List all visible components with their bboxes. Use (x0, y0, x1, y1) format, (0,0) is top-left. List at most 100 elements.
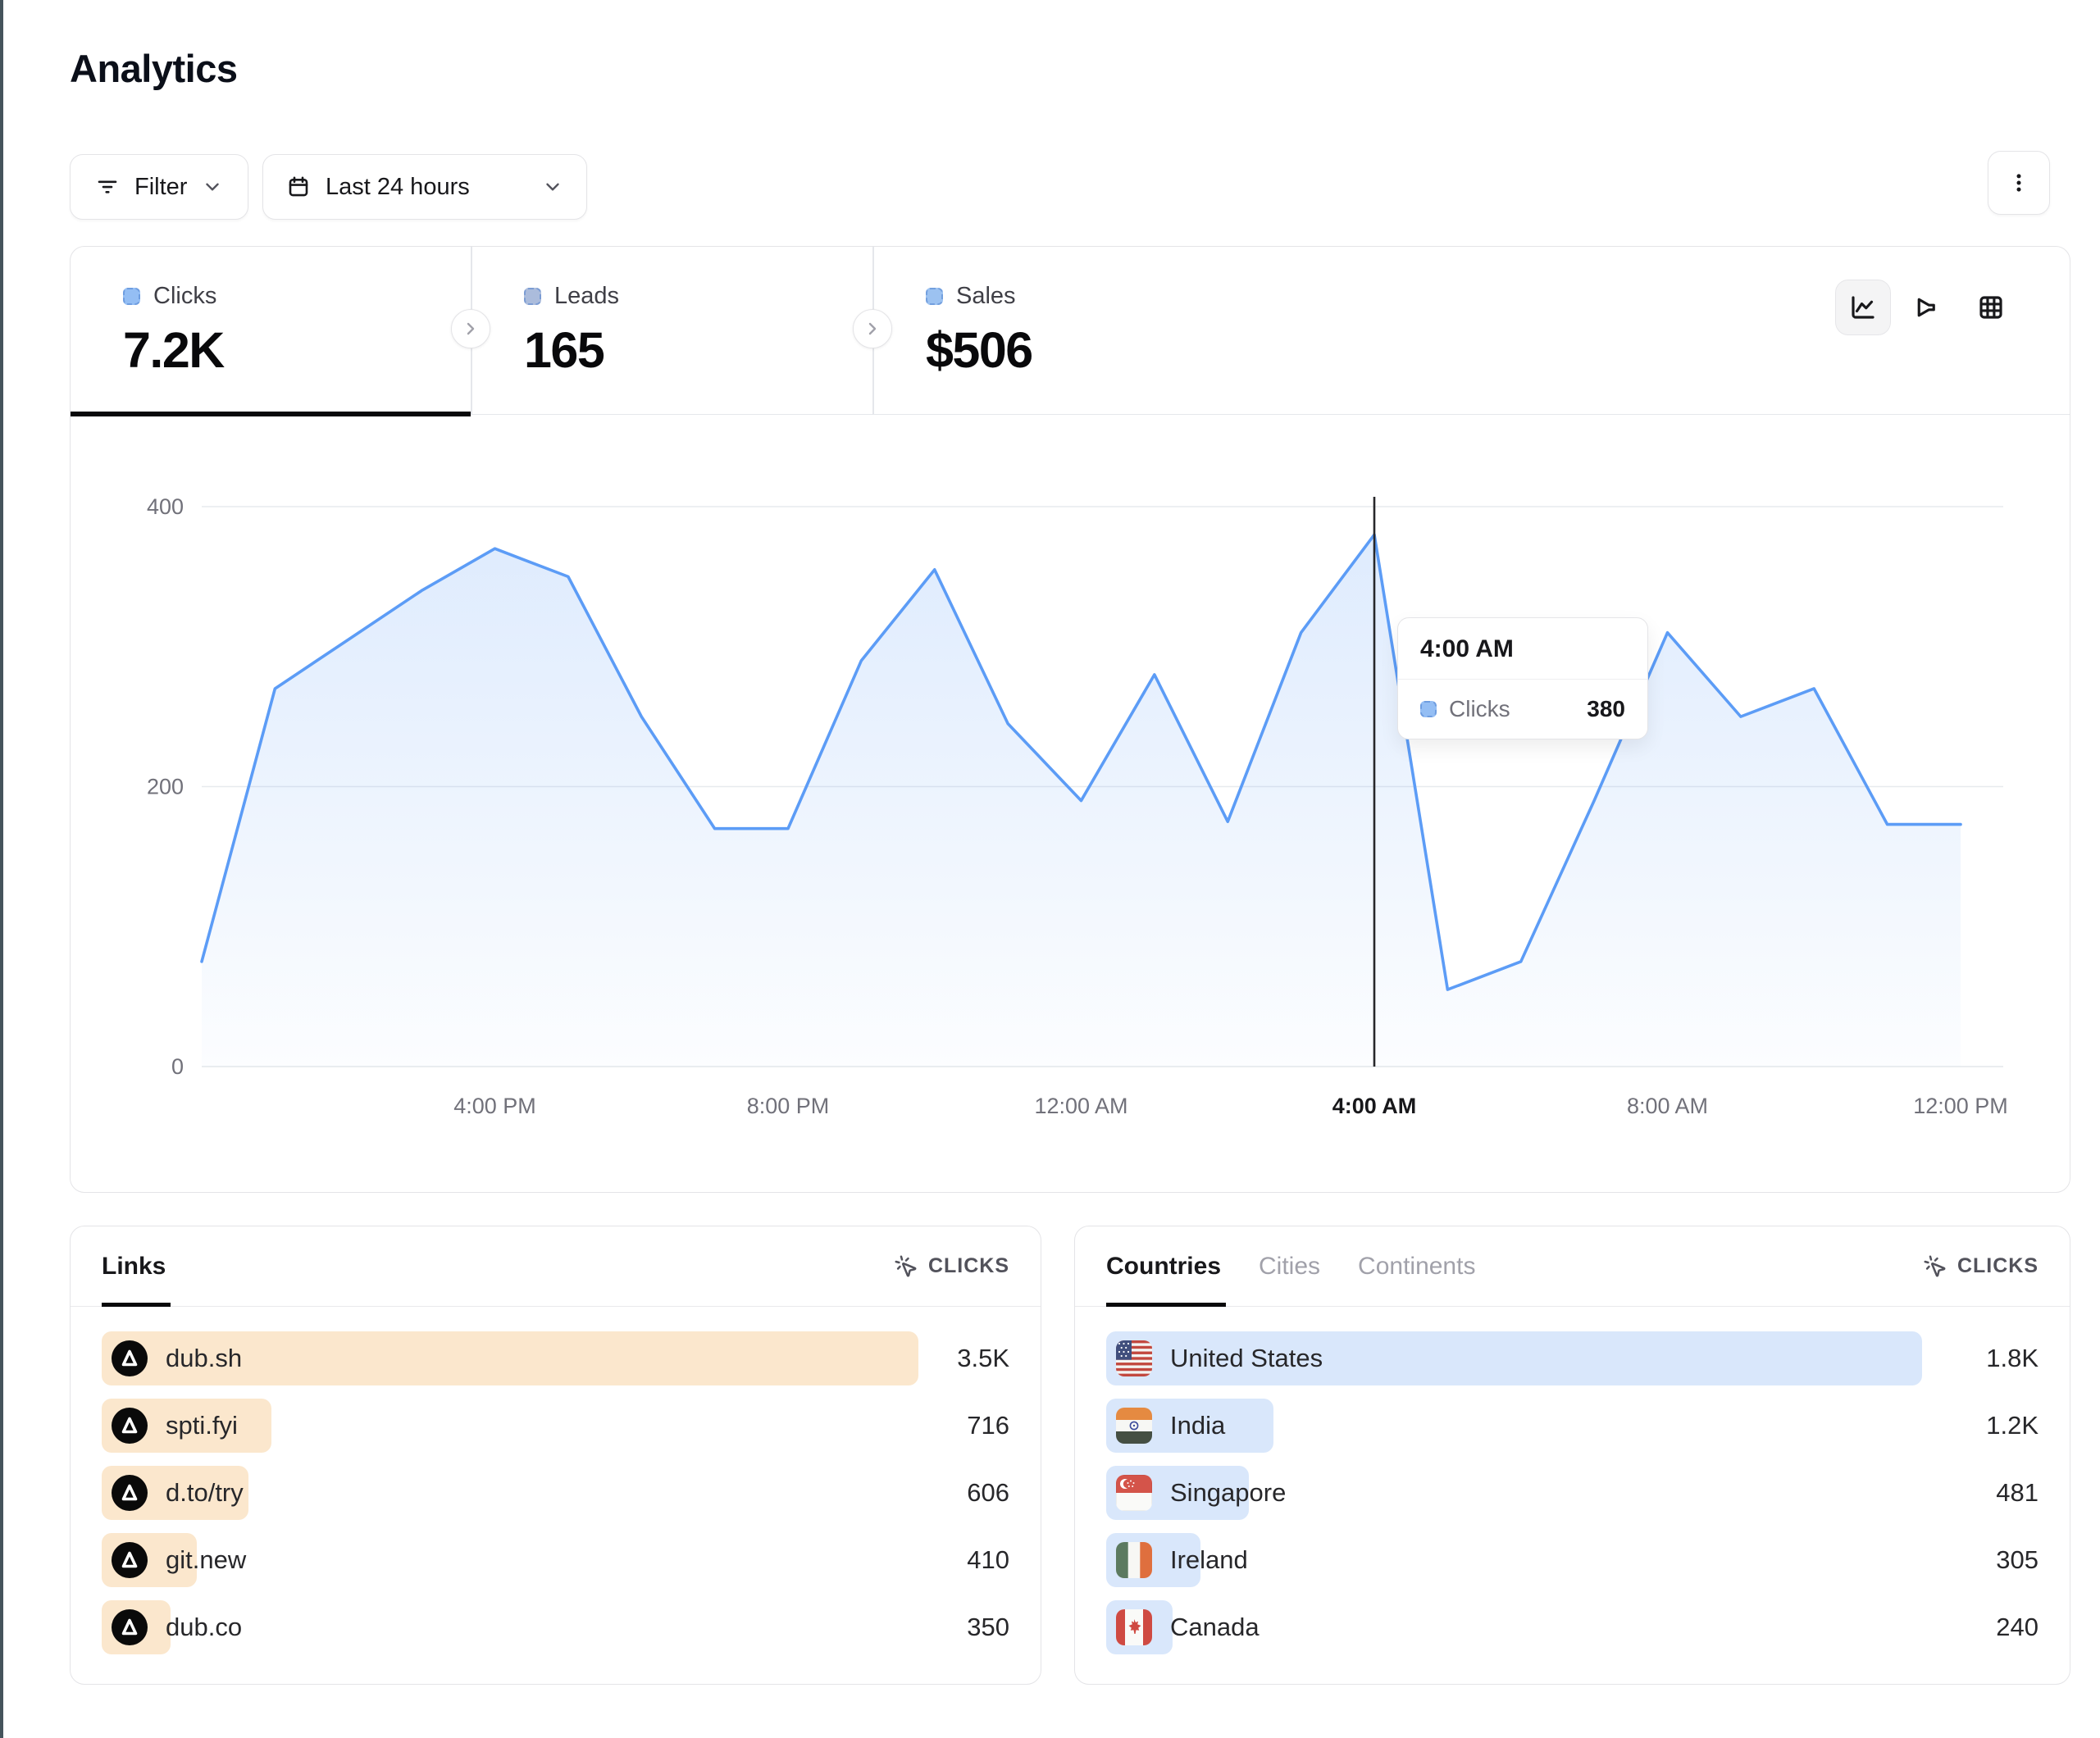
stat-cards-row: Clicks 7.2K Leads 165 Sales $506 (71, 247, 2070, 415)
link-name: d.to/try (166, 1478, 244, 1508)
country-name: Singapore (1170, 1478, 1286, 1508)
tab-countries[interactable]: Countries (1106, 1226, 1221, 1306)
country-clicks-value: 481 (1996, 1478, 2039, 1508)
stat-label: Clicks (153, 283, 216, 310)
tooltip-legend-swatch (1420, 701, 1437, 717)
links-panel-header: Links CLICKS (71, 1226, 1041, 1307)
link-clicks-value: 3.5K (957, 1344, 1009, 1373)
tab-links[interactable]: Links (102, 1226, 166, 1306)
dub-logo-icon (112, 1340, 148, 1376)
us-flag-icon (1116, 1340, 1152, 1376)
overflow-menu-button[interactable] (1988, 151, 2050, 215)
metric-label: CLICKS (928, 1254, 1009, 1278)
clicks-area-chart[interactable]: 40020004:00 PM8:00 PM12:00 AM4:00 AM8:00… (71, 415, 2069, 1192)
stat-label: Sales (956, 283, 1016, 310)
canada-flag-icon (1116, 1609, 1152, 1645)
countries-panel: Countries Cities Continents CLICKS (1074, 1226, 2070, 1685)
kebab-menu-icon (2007, 171, 2031, 195)
country-name: Canada (1170, 1613, 1260, 1642)
link-row[interactable]: dub.co 350 (102, 1600, 1009, 1654)
chart-tooltip: 4:00 AM Clicks 380 (1397, 617, 1648, 739)
x-axis-tick: 4:00 AM (1332, 1094, 1417, 1118)
stat-card-leads[interactable]: Leads 165 (471, 247, 872, 415)
country-clicks-value: 1.2K (1986, 1411, 2039, 1440)
funnel-chart-mode-button[interactable] (1899, 280, 1955, 335)
date-range-button[interactable]: Last 24 hours (262, 154, 587, 220)
tab-label: Cities (1259, 1253, 1320, 1281)
tooltip-series-label: Clicks (1449, 696, 1574, 722)
chevron-down-icon (202, 176, 223, 198)
country-row[interactable]: Singapore 481 (1106, 1466, 2039, 1520)
tab-label: Countries (1106, 1253, 1221, 1281)
tab-continents[interactable]: Continents (1358, 1226, 1475, 1306)
country-clicks-value: 1.8K (1986, 1344, 2039, 1373)
links-rows: dub.sh 3.5K spti.fyi 716 d.to/try 606 gi… (71, 1307, 1041, 1654)
clicks-legend-swatch (123, 288, 140, 305)
analytics-page: Analytics Filter Last 24 hours (0, 0, 2100, 1738)
dub-logo-icon (112, 1408, 148, 1444)
country-clicks-value: 305 (1996, 1545, 2039, 1575)
country-clicks-value: 240 (1996, 1613, 2039, 1642)
x-axis-tick: 4:00 PM (453, 1094, 536, 1118)
date-range-label: Last 24 hours (326, 174, 470, 201)
mouse-click-icon (1923, 1254, 1947, 1279)
line-chart-icon (1848, 293, 1878, 322)
link-name: git.new (166, 1545, 246, 1575)
link-row[interactable]: dub.sh 3.5K (102, 1331, 1009, 1385)
country-name: Ireland (1170, 1545, 1248, 1575)
tab-label: Continents (1358, 1253, 1475, 1281)
chevron-down-icon (542, 176, 563, 198)
x-axis-tick: 12:00 AM (1034, 1094, 1127, 1118)
stat-card-clicks[interactable]: Clicks 7.2K (71, 247, 471, 415)
window-edge-strip (0, 0, 3, 1738)
countries-rows: United States 1.8K India 1.2K Singapore … (1075, 1307, 2070, 1654)
country-name: United States (1170, 1344, 1323, 1373)
stat-value: 165 (524, 321, 872, 379)
countries-metric-header[interactable]: CLICKS (1923, 1254, 2039, 1279)
country-row[interactable]: India 1.2K (1106, 1399, 2039, 1453)
tab-label: Links (102, 1253, 166, 1281)
sales-legend-swatch (926, 288, 943, 305)
links-panel: Links CLICKS dub.sh 3.5K (70, 1226, 1041, 1685)
link-name: dub.co (166, 1613, 242, 1642)
stat-card-sales[interactable]: Sales $506 (873, 247, 1274, 415)
line-chart-mode-button[interactable] (1835, 280, 1891, 335)
y-axis-tick: 400 (147, 494, 184, 519)
analytics-card: Clicks 7.2K Leads 165 Sales $506 (70, 246, 2070, 1193)
dub-logo-icon (112, 1542, 148, 1578)
chart-canvas[interactable]: 40020004:00 PM8:00 PM12:00 AM4:00 AM8:00… (71, 415, 2069, 1192)
mouse-click-icon (894, 1254, 918, 1279)
y-axis-tick: 0 (171, 1054, 184, 1079)
tooltip-value: 380 (1587, 696, 1625, 722)
link-clicks-value: 410 (967, 1545, 1009, 1575)
singapore-flag-icon (1116, 1475, 1152, 1511)
country-name: India (1170, 1411, 1225, 1440)
link-clicks-value: 606 (967, 1478, 1009, 1508)
page-title: Analytics (70, 46, 237, 91)
link-clicks-value: 350 (967, 1613, 1009, 1642)
country-row[interactable]: Ireland 305 (1106, 1533, 2039, 1587)
tooltip-time: 4:00 AM (1398, 618, 1647, 680)
filter-button[interactable]: Filter (70, 154, 248, 220)
tab-cities[interactable]: Cities (1259, 1226, 1320, 1306)
stat-value: 7.2K (123, 321, 471, 379)
link-row[interactable]: d.to/try 606 (102, 1466, 1009, 1520)
dub-logo-icon (112, 1609, 148, 1645)
link-row[interactable]: git.new 410 (102, 1533, 1009, 1587)
links-metric-header[interactable]: CLICKS (894, 1254, 1009, 1279)
stat-value: $506 (926, 321, 1274, 379)
country-row[interactable]: United States 1.8K (1106, 1331, 2039, 1385)
link-row[interactable]: spti.fyi 716 (102, 1399, 1009, 1453)
filter-icon (95, 175, 120, 199)
x-axis-tick: 8:00 PM (747, 1094, 830, 1118)
expand-leads-button[interactable] (451, 309, 490, 348)
country-row[interactable]: Canada 240 (1106, 1600, 2039, 1654)
expand-sales-button[interactable] (853, 309, 892, 348)
funnel-chart-icon (1912, 293, 1942, 322)
link-name: spti.fyi (166, 1411, 238, 1440)
calendar-icon (286, 175, 311, 199)
link-name: dub.sh (166, 1344, 242, 1373)
table-grid-icon (1976, 293, 2006, 322)
table-mode-button[interactable] (1963, 280, 2019, 335)
stat-label: Leads (554, 283, 619, 310)
